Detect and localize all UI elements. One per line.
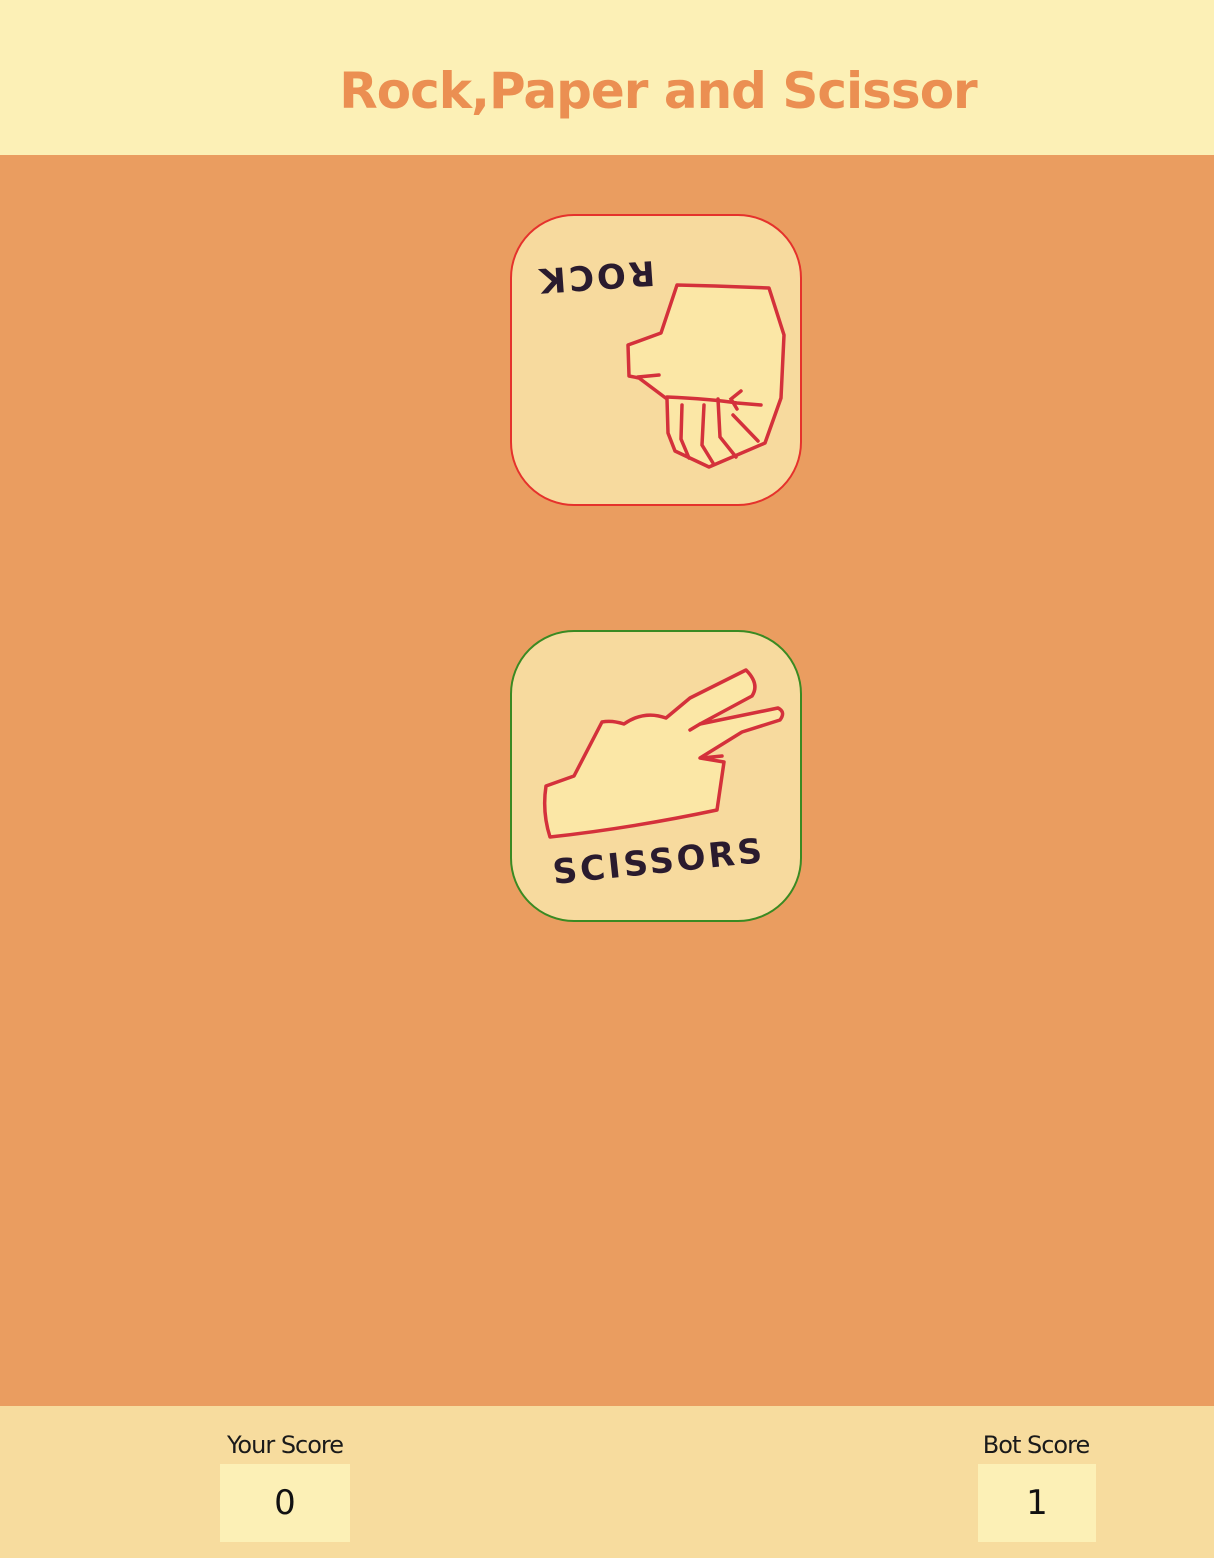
bot-score-value: 1 (978, 1464, 1096, 1542)
bot-choice-card: ROCK (510, 214, 802, 506)
scissors-label: SCISSORS (551, 831, 767, 893)
header-bar: Rock,Paper and Scissor (0, 0, 1214, 155)
player-score-label: Your Score (226, 1431, 344, 1459)
player-score: Your Score 0 (218, 1428, 352, 1542)
scissors-hand-icon: SCISSORS (542, 668, 785, 893)
page-title: Rock,Paper and Scissor (339, 62, 977, 120)
player-choice-card: SCISSORS (510, 630, 802, 922)
bot-score: Bot Score 1 (972, 1428, 1100, 1542)
bot-score-label: Bot Score (982, 1431, 1090, 1459)
rock-fist-icon: ROCK (535, 252, 786, 469)
rock-label: ROCK (535, 252, 656, 300)
player-score-value: 0 (220, 1464, 350, 1542)
